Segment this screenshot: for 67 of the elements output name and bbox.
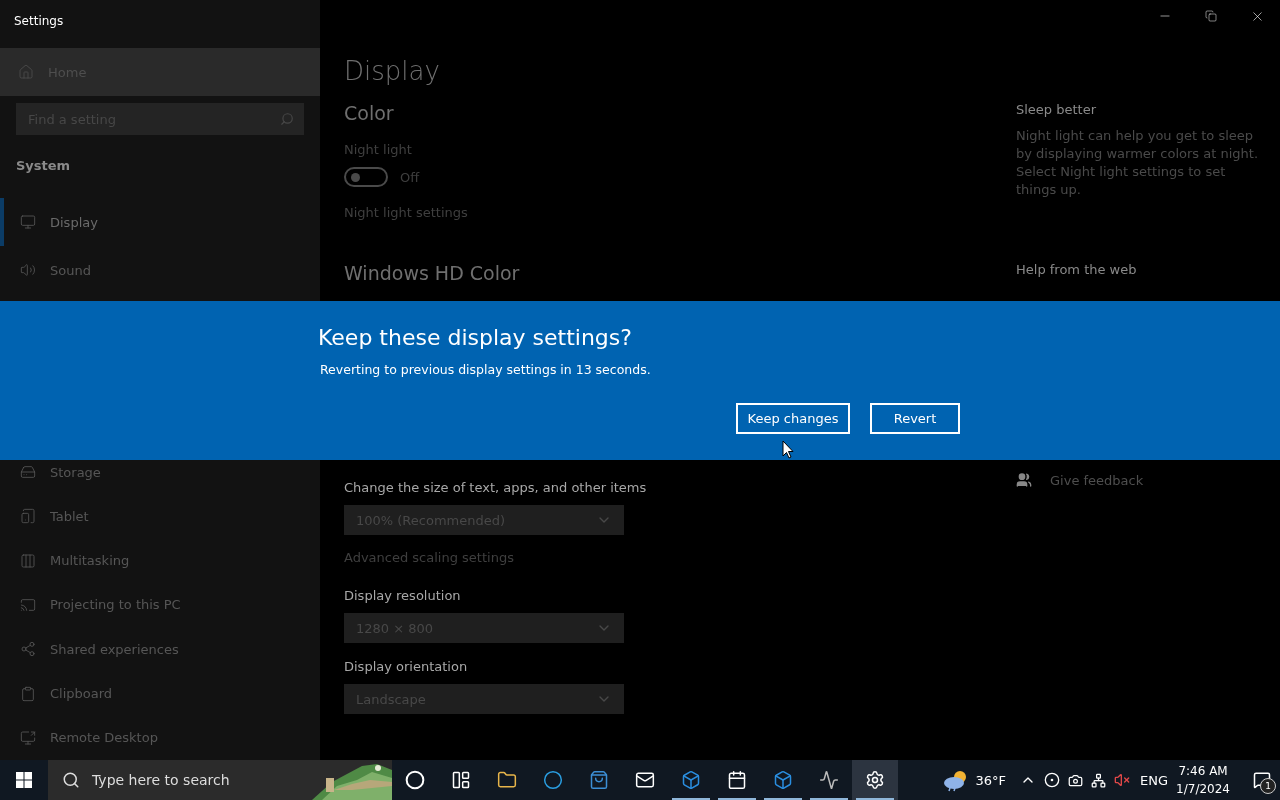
- nav-item-icon: [20, 214, 36, 230]
- window-title: Settings: [13, 13, 65, 30]
- section-heading: System: [16, 158, 72, 173]
- task-view-icon: [451, 770, 471, 790]
- restore-icon: [1205, 10, 1217, 22]
- message-icon: [1253, 771, 1271, 789]
- dialog-title: Keep these display settings?: [318, 325, 633, 350]
- nav-item[interactable]: Storage: [0, 460, 320, 495]
- notification-button[interactable]: 1: [1244, 760, 1280, 800]
- nav-item[interactable]: Sound: [0, 246, 320, 294]
- aside-heading: Help from the web: [1016, 262, 1138, 277]
- notification-count: 1: [1260, 778, 1276, 794]
- toggle-state: Off: [400, 169, 420, 185]
- temperature: 36°F: [975, 772, 1007, 788]
- keep-button[interactable]: Keep changes: [736, 403, 850, 434]
- people-icon: [1016, 472, 1032, 488]
- feedback-link[interactable]: Give feedback: [1016, 472, 1280, 488]
- nav-item-icon: [20, 464, 36, 481]
- mail-icon: [635, 770, 655, 790]
- language-indicator: ENG: [1140, 772, 1169, 788]
- nav-item[interactable]: Multitasking: [0, 538, 320, 583]
- nav-item[interactable]: Clipboard: [0, 671, 320, 716]
- store-icon: [589, 770, 609, 790]
- settings-link[interactable]: Night light settings: [344, 205, 1016, 220]
- box-icon: [773, 770, 793, 790]
- gear-icon: [865, 770, 885, 790]
- nav-item-icon: [20, 508, 36, 525]
- network-icon: [1091, 772, 1107, 788]
- toggle-switch[interactable]: [344, 167, 388, 187]
- search-icon: [62, 771, 80, 789]
- nav-item-icon: [20, 552, 36, 569]
- search-icon: [280, 112, 294, 126]
- section-heading: Windows HD Color: [344, 262, 521, 284]
- settings-link[interactable]: Advanced scaling settings: [344, 550, 1016, 565]
- nav-item[interactable]: Tablet: [0, 494, 320, 539]
- search-placeholder: Type here to search: [92, 772, 230, 788]
- nav-item[interactable]: Remote Desktop: [0, 715, 320, 760]
- windows-icon: [16, 772, 32, 788]
- dialog-message: Reverting to previous display settings in 13 seconds.: [320, 362, 652, 377]
- page-title: Display: [344, 56, 441, 86]
- nav-item-icon: [20, 597, 36, 613]
- nav-item[interactable]: Display: [0, 198, 320, 246]
- nav-item[interactable]: Shared experiences: [0, 627, 320, 672]
- record-icon: [1044, 772, 1061, 788]
- taskbar-app[interactable]: [852, 760, 898, 800]
- aside-heading: Sleep better: [1016, 102, 1098, 117]
- setting-label: Change the size of text, apps, and other items: [344, 480, 648, 495]
- nav-item[interactable]: Projecting to this PC: [0, 582, 320, 628]
- nav-item-icon: [20, 685, 36, 702]
- nav-item-icon: [20, 729, 36, 746]
- camera-icon: [1068, 772, 1084, 788]
- muted-speaker-icon: [1114, 772, 1131, 788]
- clock: 7:46 AM 1/7/2024: [1176, 763, 1230, 798]
- nav-item-icon: [20, 262, 36, 278]
- taskbar-search-field[interactable]: Type here to search: [48, 760, 392, 800]
- setting-label: Display orientation: [344, 659, 469, 674]
- revert-button[interactable]: Revert: [870, 403, 960, 434]
- section-heading: Color: [344, 102, 395, 124]
- setting-label: Display resolution: [344, 588, 462, 603]
- box-icon: [681, 770, 701, 790]
- setting-label: Night light: [344, 142, 413, 157]
- folder-icon: [497, 770, 517, 790]
- home-icon: [18, 64, 34, 80]
- cursor-icon: [782, 440, 794, 460]
- calendar-icon: [727, 770, 747, 790]
- nav-item-icon: [20, 641, 36, 658]
- aside-text: Night light can help you get to sleep by displaying warmer colors at night. Select Night light settings to set things up.: [1016, 127, 1259, 199]
